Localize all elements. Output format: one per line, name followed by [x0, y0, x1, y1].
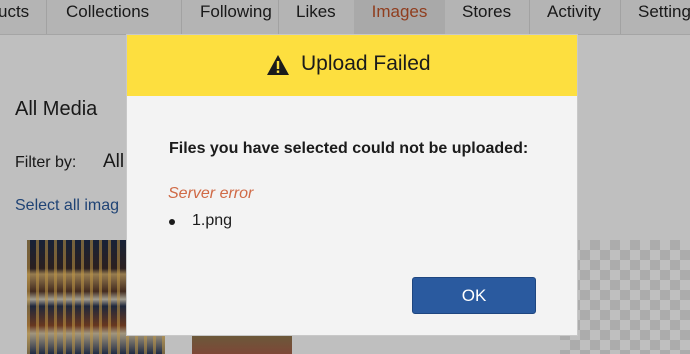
upload-failed-dialog: Upload Failed Files you have selected co…	[126, 34, 578, 336]
file-name: 1.png	[192, 212, 233, 229]
dialog-title: Upload Failed	[301, 52, 431, 75]
warning-icon	[267, 55, 289, 75]
dialog-message: Files you have selected could not be upl…	[169, 140, 529, 157]
bullet-icon	[169, 219, 175, 225]
failed-files-list: 1.png	[168, 212, 232, 230]
list-item: 1.png	[168, 212, 232, 230]
error-message: Server error	[168, 185, 254, 202]
dialog-header: Upload Failed	[127, 35, 577, 96]
ok-button[interactable]: OK	[412, 277, 536, 314]
